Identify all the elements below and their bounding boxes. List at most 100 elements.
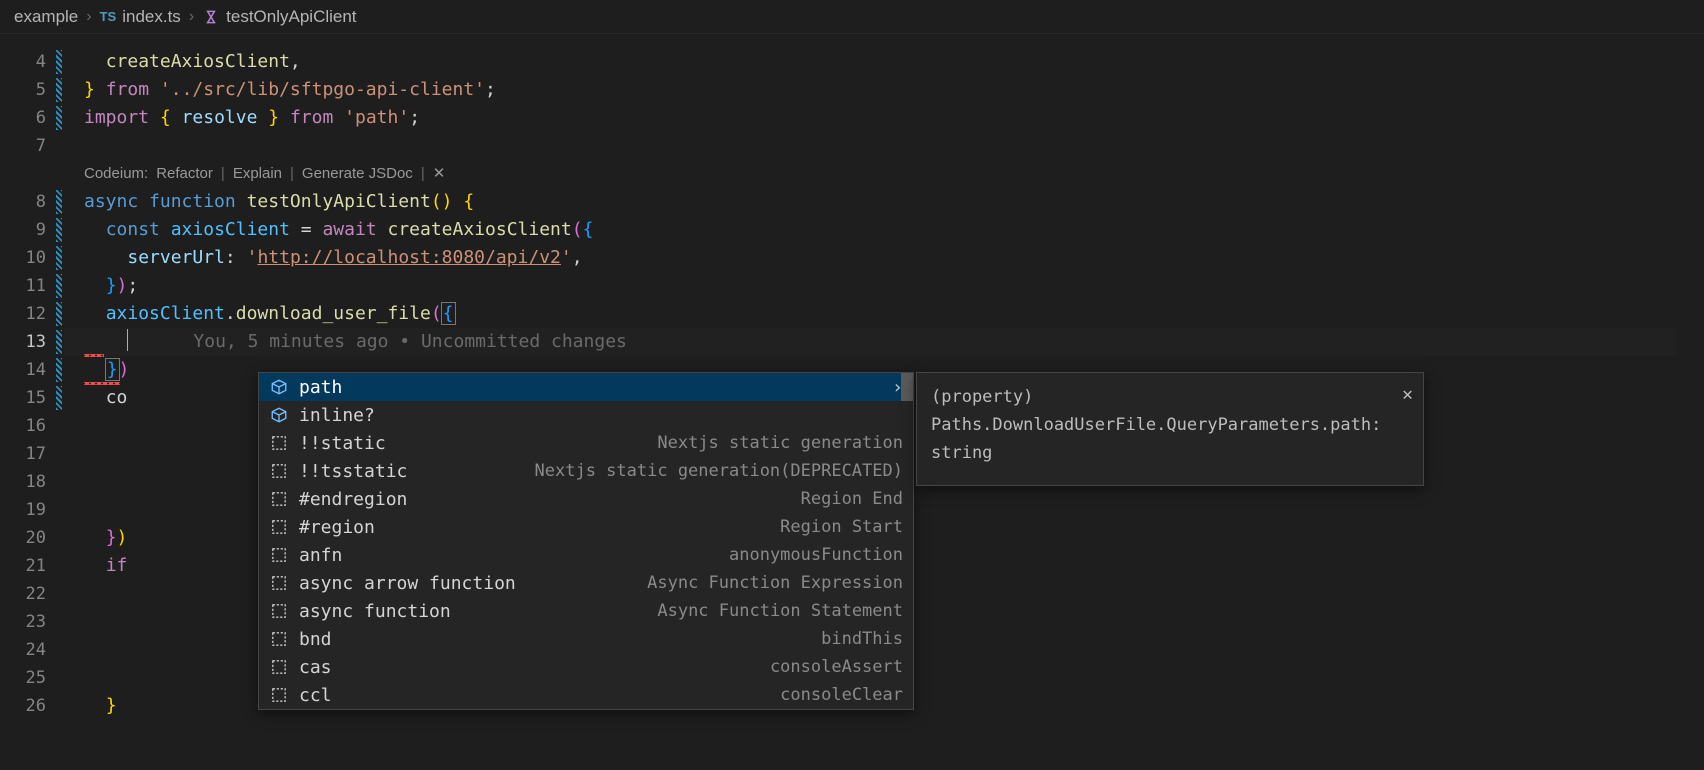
- snippet-icon: [269, 545, 289, 565]
- suggest-item[interactable]: inline?: [259, 401, 913, 429]
- code-line[interactable]: import { resolve } from 'path';: [64, 104, 1704, 132]
- suggest-item-label: ccl: [299, 685, 332, 706]
- line-number: 23: [0, 608, 64, 636]
- snippet-icon: [269, 489, 289, 509]
- line-number: 4: [0, 48, 64, 76]
- breadcrumb: example › TS index.ts › testOnlyApiClien…: [0, 0, 1704, 34]
- codelens[interactable]: Codeium: Refactor| Explain| Generate JSD…: [64, 160, 1704, 188]
- suggest-item-hint: consoleClear: [780, 685, 903, 705]
- code-line[interactable]: [64, 132, 1704, 160]
- modified-indicator: [56, 358, 62, 382]
- line-number: 11: [0, 272, 64, 300]
- line-number: 20: [0, 524, 64, 552]
- function-symbol-icon: [202, 8, 220, 26]
- code-line[interactable]: createAxiosClient,: [64, 48, 1704, 76]
- line-number: 14: [0, 356, 64, 384]
- code-line[interactable]: serverUrl: 'http://localhost:8080/api/v2…: [64, 244, 1704, 272]
- codelens-close[interactable]: ✕: [433, 160, 446, 188]
- modified-indicator: [56, 246, 62, 270]
- code-line[interactable]: const axiosClient = await createAxiosCli…: [64, 216, 1704, 244]
- codelens-action[interactable]: Refactor: [156, 160, 213, 188]
- suggest-item[interactable]: #endregion Region End: [259, 485, 913, 513]
- suggest-item[interactable]: ccl consoleClear: [259, 681, 913, 709]
- suggest-item[interactable]: async function Async Function Statement: [259, 597, 913, 625]
- suggest-details: (property) Paths.DownloadUserFile.QueryP…: [916, 372, 1424, 486]
- modified-indicator: [56, 106, 62, 130]
- suggest-item-label: #endregion: [299, 489, 407, 510]
- code-area[interactable]: createAxiosClient, } from '../src/lib/sf…: [64, 34, 1704, 770]
- suggest-item-hint: Region Start: [780, 517, 903, 537]
- snippet-icon: [269, 461, 289, 481]
- suggest-item[interactable]: #region Region Start: [259, 513, 913, 541]
- typescript-icon: TS: [100, 9, 117, 24]
- code-line[interactable]: You, 5 minutes ago • Uncommitted changes: [64, 328, 1704, 356]
- line-number: 19: [0, 496, 64, 524]
- git-blame: You, 5 minutes ago • Uncommitted changes: [193, 331, 626, 352]
- editor[interactable]: 4567891011121314151617181920212223242526…: [0, 34, 1704, 770]
- codelens-action[interactable]: Generate JSDoc: [302, 160, 413, 188]
- suggest-item-hint: Region End: [801, 489, 903, 509]
- breadcrumb-folder[interactable]: example: [14, 7, 78, 27]
- snippet-icon: [269, 685, 289, 705]
- suggest-item-label: #region: [299, 517, 375, 538]
- cursor: [127, 329, 128, 351]
- code-line[interactable]: });: [64, 272, 1704, 300]
- codelens-action[interactable]: Explain: [233, 160, 282, 188]
- snippet-icon: [269, 433, 289, 453]
- line-number: 13: [0, 328, 64, 356]
- suggest-item-hint: Async Function Statement: [657, 601, 903, 621]
- suggest-item[interactable]: anfn anonymousFunction: [259, 541, 913, 569]
- close-icon[interactable]: ✕: [1402, 381, 1413, 409]
- line-number: 8: [0, 188, 64, 216]
- suggest-item-hint: bindThis: [821, 629, 903, 649]
- line-number: 18: [0, 468, 64, 496]
- line-number: 9: [0, 216, 64, 244]
- suggest-item[interactable]: path›: [259, 373, 913, 401]
- suggest-item[interactable]: cas consoleAssert: [259, 653, 913, 681]
- line-number: 17: [0, 440, 64, 468]
- suggest-item-label: async arrow function: [299, 573, 516, 594]
- line-number: 5: [0, 76, 64, 104]
- gutter: 4567891011121314151617181920212223242526: [0, 34, 64, 770]
- suggest-item-hint: Nextjs static generation: [657, 433, 903, 453]
- suggest-item-label: async function: [299, 601, 451, 622]
- code-line[interactable]: axiosClient.download_user_file({: [64, 300, 1704, 328]
- modified-indicator: [56, 274, 62, 298]
- line-number: 26: [0, 692, 64, 720]
- chevron-right-icon: ›: [185, 8, 198, 26]
- suggest-item-label: !!static: [299, 433, 386, 454]
- suggest-item-label: bnd: [299, 629, 332, 650]
- suggest-widget[interactable]: path› inline? !!static Nextjs static genera…: [258, 372, 914, 710]
- code-line[interactable]: } from '../src/lib/sftpgo-api-client';: [64, 76, 1704, 104]
- breadcrumb-file[interactable]: TS index.ts: [100, 7, 181, 27]
- suggest-item-hint: anonymousFunction: [729, 545, 903, 565]
- line-number: 25: [0, 664, 64, 692]
- field-icon: [269, 377, 289, 397]
- line-number: 22: [0, 580, 64, 608]
- scrollbar[interactable]: [901, 373, 913, 401]
- snippet-icon: [269, 517, 289, 537]
- suggest-item[interactable]: !!static Nextjs static generation: [259, 429, 913, 457]
- suggest-item[interactable]: bnd bindThis: [259, 625, 913, 653]
- line-number: 7: [0, 132, 64, 160]
- suggest-item-label: inline?: [299, 405, 375, 426]
- line-number: 15: [0, 384, 64, 412]
- modified-indicator: [56, 386, 62, 410]
- suggest-item-hint: Nextjs static generation(DEPRECATED): [535, 461, 903, 481]
- suggest-item-label: cas: [299, 657, 332, 678]
- snippet-icon: [269, 657, 289, 677]
- suggest-item-label: anfn: [299, 545, 342, 566]
- line-number: 16: [0, 412, 64, 440]
- suggest-item-hint: consoleAssert: [770, 657, 903, 677]
- modified-indicator: [56, 330, 62, 354]
- breadcrumb-symbol[interactable]: testOnlyApiClient: [202, 7, 356, 27]
- modified-indicator: [56, 78, 62, 102]
- modified-indicator: [56, 218, 62, 242]
- snippet-icon: [269, 629, 289, 649]
- suggest-item-hint: Async Function Expression: [647, 573, 903, 593]
- suggest-item[interactable]: async arrow function Async Function Expre…: [259, 569, 913, 597]
- suggest-item[interactable]: !!tsstatic Nextjs static generation(DEPRE…: [259, 457, 913, 485]
- minimap[interactable]: [1676, 34, 1704, 770]
- suggest-item-label: !!tsstatic: [299, 461, 407, 482]
- code-line[interactable]: async function testOnlyApiClient() {: [64, 188, 1704, 216]
